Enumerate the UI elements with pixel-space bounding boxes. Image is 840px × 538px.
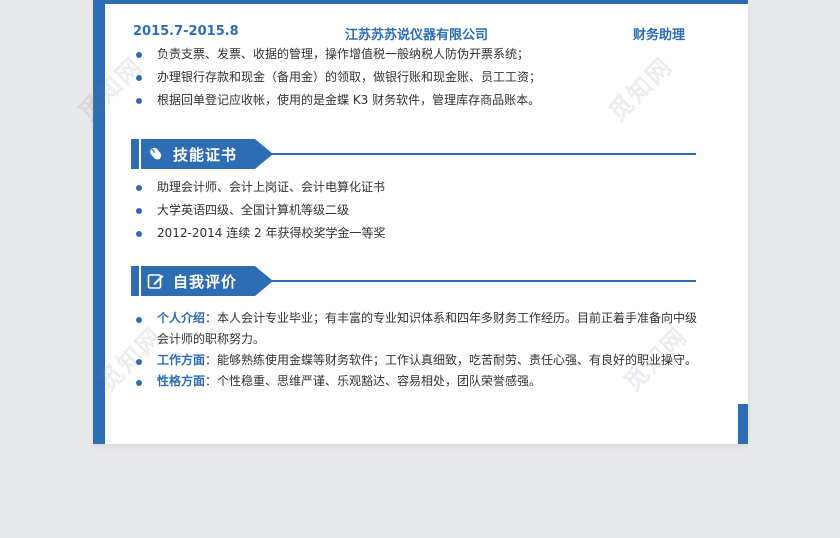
list-item: 助理会计师、会计上岗证、会计电算化证书 bbox=[133, 176, 703, 199]
item-text: 能够熟练使用金蝶等财务软件；工作认真细致，吃苦耐劳、责任心强、有良好的职业操守。 bbox=[217, 353, 698, 367]
job-company: 江苏苏苏说仪器有限公司 bbox=[345, 28, 489, 43]
mouse-icon bbox=[150, 147, 162, 160]
item-text: 个性稳重、思维严谨、乐观豁达、容易相处，团队荣誉感强。 bbox=[217, 374, 542, 388]
job-header: 2015.7-2015.8 江苏苏苏说仪器有限公司 财务助理 bbox=[133, 24, 693, 43]
list-item: 根据回单登记应收帐，使用的是金蝶 K3 财务软件，管理库存商品账本。 bbox=[133, 89, 703, 112]
tag-divider bbox=[139, 139, 141, 169]
top-accent-stripe bbox=[93, 0, 748, 4]
right-accent-stripe bbox=[738, 404, 748, 444]
job-date: 2015.7-2015.8 bbox=[133, 24, 239, 39]
job-role: 财务助理 bbox=[632, 28, 685, 43]
list-item: 2012-2014 连续 2 年获得校奖学金一等奖 bbox=[133, 222, 703, 245]
list-item: 办理银行存款和现金（备用金）的领取，做银行账和现金账、员工工资； bbox=[133, 66, 703, 89]
item-label: 工作方面 bbox=[157, 353, 206, 367]
list-item: 性格方面：个性稳重、思维严谨、乐观豁达、容易相处，团队荣誉感强。 bbox=[133, 371, 703, 392]
section-title: 技能证书 bbox=[173, 146, 238, 164]
list-item: 工作方面：能够熟练使用金蝶等财务软件；工作认真细致，吃苦耐劳、责任心强、有良好的… bbox=[133, 350, 703, 371]
evaluation-list: 个人介绍：本人会计专业毕业；有丰富的专业知识体系和四年多财务工作经历。目前正着手… bbox=[133, 308, 703, 392]
list-item: 负责支票、发票、收据的管理，操作增值税一般纳税人防伪开票系统； bbox=[133, 43, 703, 66]
section-evaluation-header: 自我评价 bbox=[131, 266, 696, 296]
tag-divider bbox=[139, 266, 141, 296]
item-separator: ： bbox=[205, 353, 218, 367]
item-label: 性格方面 bbox=[157, 374, 206, 388]
section-skills-header: 技能证书 bbox=[131, 139, 696, 169]
job-duties-list: 负责支票、发票、收据的管理，操作增值税一般纳税人防伪开票系统； 办理银行存款和现… bbox=[133, 43, 703, 112]
list-item: 大学英语四级、全国计算机等级二级 bbox=[133, 199, 703, 222]
skills-list: 助理会计师、会计上岗证、会计电算化证书 大学英语四级、全国计算机等级二级 201… bbox=[133, 176, 703, 245]
item-separator: ： bbox=[205, 311, 218, 325]
item-text: 本人会计专业毕业；有丰富的专业知识体系和四年多财务工作经历。目前正着手准备向中级… bbox=[157, 311, 698, 346]
section-divider bbox=[271, 280, 696, 282]
section-divider bbox=[271, 153, 696, 155]
edit-icon bbox=[147, 274, 164, 289]
section-title: 自我评价 bbox=[173, 273, 238, 291]
item-label: 个人介绍 bbox=[157, 311, 206, 325]
list-item: 个人介绍：本人会计专业毕业；有丰富的专业知识体系和四年多财务工作经历。目前正着手… bbox=[133, 308, 703, 350]
item-separator: ： bbox=[205, 374, 218, 388]
